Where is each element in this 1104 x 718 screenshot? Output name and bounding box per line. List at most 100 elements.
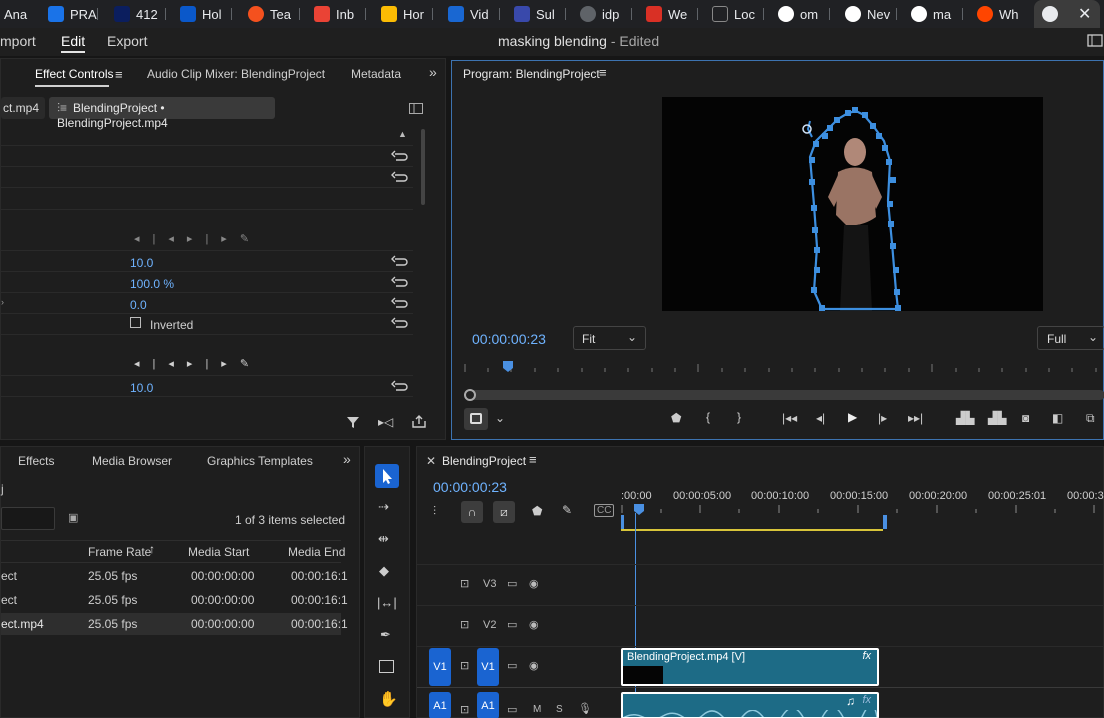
extract-icon[interactable]: ▟▙ [988,411,1006,425]
ripple-edit-tool-icon[interactable]: ⇹ [378,531,389,547]
sequence-clip-tab[interactable]: ⫶≡ BlendingProject • BlendingProject.mp4 [49,97,275,130]
sequence-tab-title[interactable]: BlendingProject [442,454,526,468]
tab-metadata[interactable]: Metadata [351,67,401,81]
browser-tab[interactable]: Loc [712,0,764,28]
hand-tool-icon[interactable]: ✋ [379,690,398,708]
step-back-icon[interactable]: ◂| [816,411,825,425]
menu-edit[interactable]: Edit [61,33,86,53]
selection-tool[interactable] [375,464,399,488]
program-time-ruler[interactable] [464,360,1104,374]
reset-icon[interactable] [391,379,409,393]
track-select-tool-icon[interactable]: ⇢ [378,499,389,515]
tab-graphics-templates[interactable]: Graphics Templates [207,454,313,468]
table-row[interactable]: ect 25.05 fps 00:00:00:00 00:00:16:1 [1,589,348,611]
mark-in-icon[interactable]: { [706,410,710,424]
audio-clip[interactable]: ♫ fx [621,692,879,718]
effect-controls-scrollbar[interactable] [421,129,425,205]
browser-tab[interactable]: idp [580,0,632,28]
sync-lock-icon[interactable]: ▭ [507,618,517,631]
close-tab-icon[interactable]: ✕ [1078,4,1091,24]
lift-icon[interactable]: ▟▙ [956,411,974,425]
camera-settings-button[interactable] [464,408,488,430]
browser-tab[interactable]: om [778,0,830,28]
more-panels-icon[interactable]: » [343,451,351,467]
eye-icon[interactable]: ◉ [529,577,539,590]
inverted-checkbox[interactable] [130,317,141,328]
track-back-icon[interactable]: ◂ [168,358,187,370]
mute-button[interactable]: M [533,704,541,715]
mask-overlay[interactable] [662,97,1043,311]
browser-tab[interactable]: Sul [514,0,566,28]
zoom-handle[interactable] [464,389,476,401]
browser-tab[interactable]: Inb [314,0,366,28]
linked-selection-toggle[interactable]: ⧄ [493,501,515,523]
browser-tab[interactable]: Wh [977,0,1029,28]
settings-icon[interactable]: ⧉ [1086,411,1095,426]
rectangle-tool-icon[interactable] [379,660,394,673]
toggle-timeline-view-icon[interactable] [409,103,423,114]
tab-audio-clip-mixer[interactable]: Audio Clip Mixer: BlendingProject [147,67,325,81]
slip-tool-icon[interactable]: |↔| [377,595,397,610]
table-row-selected[interactable]: ect.mp4 25.05 fps 00:00:00:00 00:00:16:1 [1,613,348,635]
reset-icon[interactable] [391,296,409,310]
tab-media-browser[interactable]: Media Browser [92,454,172,468]
insert-nest-icon[interactable]: ⫶ [433,504,436,519]
column-media-start[interactable]: Media Start [188,545,249,559]
panel-menu-icon[interactable]: ≡ [115,67,123,82]
panel-menu-icon[interactable]: ≡ [599,65,607,80]
panel-menu-icon[interactable]: ≡ [529,452,537,467]
search-input[interactable] [1,507,55,530]
browser-tab[interactable]: We [646,0,698,28]
program-timecode[interactable]: 00:00:00:23 [472,331,546,347]
browser-tab[interactable]: Nev [845,0,897,28]
reset-icon[interactable] [391,316,409,330]
eye-icon[interactable]: ◉ [529,618,539,631]
pen-tool-icon[interactable]: ✒ [380,627,391,643]
video-preview[interactable] [662,97,1043,311]
wrench-icon[interactable]: ✎ [240,358,262,370]
new-search-bin-icon[interactable]: ▣ [68,511,78,524]
source-patch-v1[interactable]: V1 [429,648,451,686]
lock-icon[interactable]: ⊡ [460,618,469,631]
tab-effects[interactable]: Effects [18,454,54,468]
column-frame-rate[interactable]: Frame Rate [88,545,151,559]
browser-tab[interactable]: ma [911,0,963,28]
track-back-icon[interactable]: ◂ [168,233,187,245]
close-sequence-icon[interactable]: ✕ [426,454,436,468]
chevron-down-icon[interactable]: ⌄ [495,411,505,425]
tab-effect-controls[interactable]: Effect Controls [35,67,113,81]
export-frame-icon[interactable]: ◙ [1022,411,1029,425]
track-forward-icon[interactable]: ▸ [187,233,206,245]
filter-icon[interactable] [346,415,360,429]
video-clip[interactable]: BlendingProject.mp4 [V] fx [621,648,879,686]
play-icon[interactable]: ▶ [848,410,857,424]
timeline-settings-icon[interactable]: ✎ [562,503,572,517]
solo-button[interactable]: S [556,704,563,715]
timeline-ruler[interactable] [621,503,1104,533]
playback-resolution-dropdown[interactable]: Full ⌄ [1037,326,1104,350]
table-row[interactable]: ect 25.05 fps 00:00:00:00 00:00:16:1 [1,565,348,587]
panel-layout-icon[interactable] [1087,34,1103,48]
reset-icon[interactable] [391,149,409,163]
track-back-all-icon[interactable]: ◂| [134,358,168,370]
browser-tab[interactable]: Hor [381,0,433,28]
lock-icon[interactable]: ⊡ [460,703,469,716]
comparison-view-icon[interactable]: ◧ [1052,411,1063,425]
go-to-in-icon[interactable]: |◂◂ [782,411,797,425]
track-target-v1[interactable]: V1 [477,648,499,686]
browser-tab[interactable]: Hol [180,0,232,28]
browser-tab[interactable]: 412 [114,0,166,28]
mask2-feather-value[interactable]: 10.0 [130,381,153,395]
browser-tab[interactable]: Vid [448,0,500,28]
track-forward-all-icon[interactable]: |▸ [205,358,239,370]
snap-toggle[interactable]: ∩ [461,501,483,523]
zoom-level-dropdown[interactable]: Fit ⌄ [573,326,646,350]
track-back-all-icon[interactable]: ◂| [134,233,168,245]
column-media-end[interactable]: Media End [288,545,345,559]
razor-tool-icon[interactable]: ◆ [379,563,389,579]
mask-expansion-value[interactable]: 0.0 [130,298,147,312]
more-panels-icon[interactable]: » [429,64,437,80]
browser-tab[interactable]: Tea [248,0,300,28]
zoom-scrollbar[interactable] [464,389,1104,401]
go-to-out-icon[interactable]: ▸▸| [908,411,923,425]
